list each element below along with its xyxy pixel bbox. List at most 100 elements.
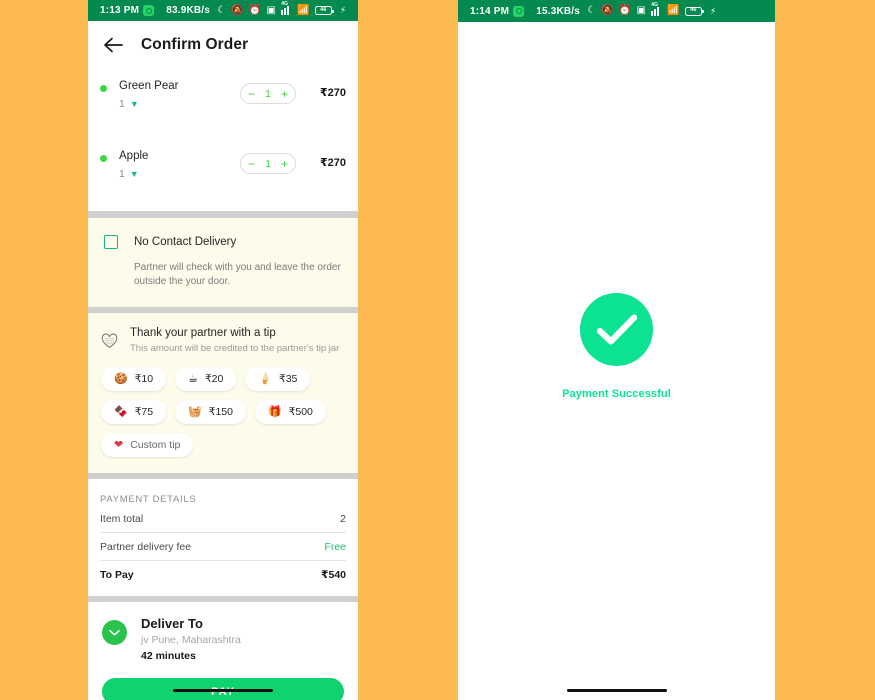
tip-option-chip[interactable]: 🍦 ₹35 — [245, 367, 311, 391]
chevron-down-icon[interactable]: ▼ — [130, 169, 139, 179]
stepper-value: 1 — [265, 157, 271, 170]
no-contact-checkbox[interactable] — [104, 235, 118, 249]
tip-option-chip[interactable]: 🎁 ₹500 — [254, 400, 326, 424]
status-bar-time: 1:14 PM — [470, 5, 510, 17]
payment-success-container: Payment Successful — [458, 22, 775, 700]
chevron-down-icon[interactable]: ▼ — [130, 99, 139, 109]
veg-indicator-icon — [100, 155, 107, 162]
deliver-to-card: Deliver To jv Pune, Maharashtra 42 minut… — [88, 602, 358, 700]
decrease-quantity-button[interactable]: − — [248, 158, 255, 170]
tip-option-label: ₹20 — [204, 373, 224, 385]
status-bar: 1:13 PM 83.9KB/s ☾ 🔕 ⏰ ▣ 4G 📶 46 ⚡ — [88, 0, 358, 21]
tip-option-label: ₹10 — [134, 373, 154, 385]
tip-option-label: ₹75 — [134, 406, 154, 418]
status-bar-time: 1:13 PM — [100, 5, 140, 16]
heart-icon: ❤ — [114, 438, 124, 451]
order-item-qty: 1 — [119, 98, 125, 110]
coffee-icon: ☕ — [188, 372, 198, 385]
payment-success-message: Payment Successful — [562, 387, 671, 400]
wifi-icon: 📶 — [297, 4, 310, 16]
tip-option-label: ₹35 — [279, 373, 298, 385]
order-item-info: Green Pear 1 ▼ — [119, 79, 240, 110]
page-title: Confirm Order — [141, 36, 249, 53]
payment-total-value: ₹540 — [321, 569, 346, 581]
ice-cream-icon: 🍦 — [258, 372, 273, 385]
payment-detail-row: Partner delivery fee Free — [100, 533, 346, 561]
veg-indicator-icon — [100, 85, 107, 92]
increase-quantity-button[interactable]: + — [281, 158, 288, 170]
gift-icon: 🎁 — [267, 405, 282, 418]
no-contact-delivery-card: No Contact Delivery Partner will check w… — [88, 218, 358, 307]
alarm-icon: ⏰ — [248, 4, 262, 16]
battery-icon: 46 — [684, 6, 704, 16]
cookie-icon: 🍪 — [114, 372, 128, 385]
section-divider — [88, 211, 358, 218]
deliver-to-row[interactable]: Deliver To jv Pune, Maharashtra 42 minut… — [88, 602, 358, 662]
basket-icon: 🧺 — [188, 405, 202, 418]
network-speed-label: 15.3KB/s — [536, 5, 581, 17]
moon-icon: ☾ — [587, 5, 597, 16]
custom-tip-label: Custom tip — [130, 439, 181, 451]
chevron-down-circle-icon[interactable] — [102, 620, 127, 645]
status-bar-icons: ☾ 🔕 ⏰ ▣ 4G 📶 46 ⚡ — [217, 2, 347, 16]
quantity-stepper[interactable]: − 1 + — [240, 153, 296, 174]
order-item-row: Green Pear 1 ▼ − 1 + ₹270 — [88, 75, 358, 131]
right-phone-screen: 1:14 PM 15.3KB/s ☾ 🔕 ⏰ ▣ 4G 📶 46 ⚡ Payme… — [458, 0, 775, 700]
order-item-info: Apple 1 ▼ — [119, 149, 240, 180]
payment-details-heading: PAYMENT DETAILS — [100, 494, 197, 505]
tip-option-label: ₹500 — [288, 406, 313, 418]
network-speed-label: 83.9KB/s — [166, 5, 211, 16]
quantity-stepper[interactable]: − 1 + — [240, 83, 296, 104]
home-indicator — [173, 688, 273, 692]
status-bar-icons: ☾ 🔕 ⏰ ▣ 4G 📶 46 ⚡ — [587, 2, 717, 16]
whatsapp-icon — [513, 5, 525, 17]
tip-header: Thank your partner with a tip This amoun… — [101, 327, 345, 354]
tip-option-chip[interactable]: 🍪 ₹10 — [101, 367, 167, 391]
order-item-qty-line[interactable]: 1 ▼ — [119, 168, 240, 180]
charging-bolt-icon: ⚡ — [339, 5, 347, 15]
tip-heart-icon — [101, 333, 121, 354]
payment-total-label: To Pay — [100, 569, 134, 581]
tip-header-text: Thank your partner with a tip This amoun… — [130, 327, 339, 354]
order-item-name: Green Pear — [119, 80, 179, 92]
tip-option-chip[interactable]: ☕ ₹20 — [175, 367, 237, 391]
screenshot-icon: ▣ — [266, 4, 277, 16]
whatsapp-icon — [143, 5, 155, 16]
charging-bolt-icon: ⚡ — [709, 5, 717, 16]
tip-title: Thank your partner with a tip — [130, 327, 276, 339]
signal-icon: 4G — [281, 2, 292, 15]
tip-subtitle: This amount will be credited to the part… — [130, 343, 340, 354]
alarm-icon: ⏰ — [618, 5, 632, 16]
custom-tip-chip[interactable]: ❤ Custom tip — [101, 433, 194, 457]
signal-network-label: 4G — [281, 1, 289, 7]
back-arrow-icon[interactable] — [102, 34, 124, 56]
payment-detail-label: Item total — [100, 513, 144, 525]
check-circle-icon — [580, 292, 653, 366]
left-phone-screen: 1:13 PM 83.9KB/s ☾ 🔕 ⏰ ▣ 4G 📶 46 ⚡ Confi… — [88, 0, 358, 700]
order-item-price: ₹270 — [319, 87, 346, 99]
increase-quantity-button[interactable]: + — [281, 88, 288, 100]
tip-card: Thank your partner with a tip This amoun… — [88, 313, 358, 473]
payment-detail-label: Partner delivery fee — [100, 541, 192, 553]
decrease-quantity-button[interactable]: − — [248, 88, 255, 100]
deliver-to-eta: 42 minutes — [141, 650, 196, 662]
tip-option-chip[interactable]: 🧺 ₹150 — [175, 400, 246, 424]
no-contact-title: No Contact Delivery — [134, 236, 237, 248]
chocolate-icon: 🍫 — [114, 405, 128, 418]
pay-button-wrapper: PAY — [88, 662, 358, 700]
order-item-qty-line[interactable]: 1 ▼ — [119, 98, 240, 110]
payment-detail-row: Item total 2 — [100, 505, 346, 533]
order-item-name: Apple — [119, 150, 149, 162]
home-indicator — [566, 688, 667, 692]
mute-icon: 🔕 — [231, 4, 244, 16]
deliver-to-text: Deliver To jv Pune, Maharashtra 42 minut… — [141, 616, 241, 662]
deliver-to-address: jv Pune, Maharashtra — [141, 634, 241, 646]
app-bar: Confirm Order — [88, 21, 358, 61]
payment-total-row: To Pay ₹540 — [100, 561, 346, 588]
no-contact-description: Partner will check with you and leave th… — [134, 262, 341, 287]
signal-icon: 4G — [651, 2, 662, 16]
tip-option-chip[interactable]: 🍫 ₹75 — [101, 400, 167, 424]
deliver-to-title: Deliver To — [141, 616, 203, 631]
no-contact-header: No Contact Delivery — [104, 235, 342, 249]
battery-icon: 46 — [314, 6, 334, 15]
